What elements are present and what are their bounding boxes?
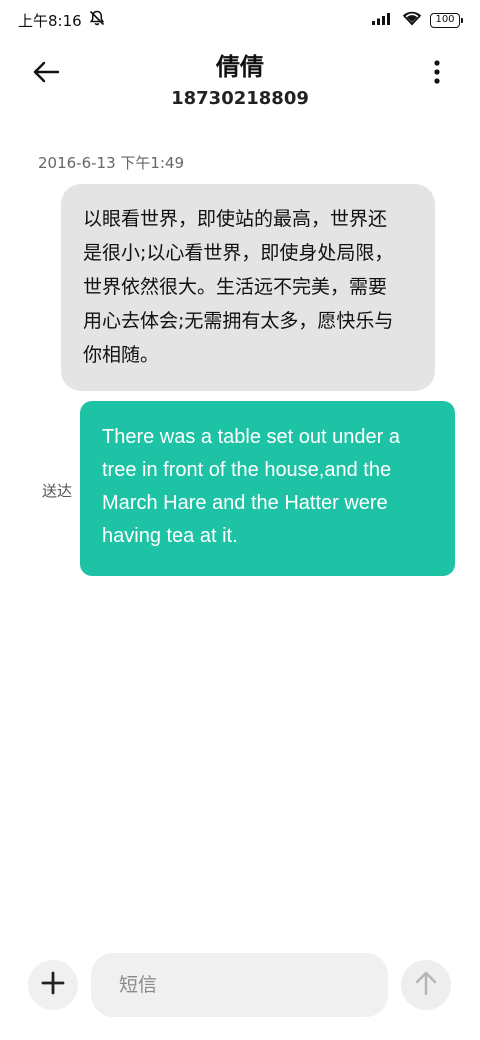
incoming-message-line: 用心去体会;无需拥有太多，愿快乐与 [83,310,394,332]
incoming-message-line: 以眼看世界，即使站的最高，世界还 [83,208,388,230]
sms-input[interactable] [91,953,388,1017]
send-button[interactable] [401,960,451,1010]
mute-bell-icon [88,9,106,31]
status-bar: 上午8:16 100 [0,0,480,40]
send-arrow-up-icon [414,970,438,1000]
contact-number: 18730218809 [171,88,309,109]
incoming-message-line: 你相随。 [83,344,160,366]
outgoing-message-bubble[interactable]: There was a table set out under a tree i… [80,401,455,576]
signal-icon [372,11,394,29]
battery-icon: 100 [430,12,463,28]
contact-name: 倩倩 [216,53,264,81]
status-right: 100 [372,11,463,30]
message-timestamp: 2016-6-13 下午1:49 [38,154,185,172]
outgoing-message-line: tree in front of the house,and the [102,459,392,481]
incoming-message-line: 世界依然很大。生活远不完美，需要 [83,276,388,298]
more-vertical-icon [433,60,441,88]
plus-icon [41,971,65,999]
outgoing-message-line: There was a table set out under a [102,426,400,448]
status-time: 上午8:16 [18,11,82,30]
more-options-button[interactable] [422,52,452,96]
conversation-header: 倩倩 18730218809 [0,44,480,114]
incoming-message-bubble[interactable]: 以眼看世界，即使站的最高，世界还 是很小;以心看世界，即使身处局限， 世界依然很… [61,184,435,391]
contact-title: 倩倩 18730218809 [0,50,480,112]
delivery-status: 送达 [42,482,73,500]
status-left: 上午8:16 [18,9,106,31]
sms-conversation-screen: 上午8:16 100 倩倩 18730218809 2016-6-13 下午1:… [0,0,480,1040]
wifi-icon [402,11,422,30]
incoming-message-line: 是很小;以心看世界，即使身处局限， [83,242,394,264]
add-attachment-button[interactable] [28,960,78,1010]
compose-bar [0,948,480,1024]
outgoing-message-line: March Hare and the Hatter were [102,492,388,514]
outgoing-message-line: having tea at it. [102,525,238,547]
